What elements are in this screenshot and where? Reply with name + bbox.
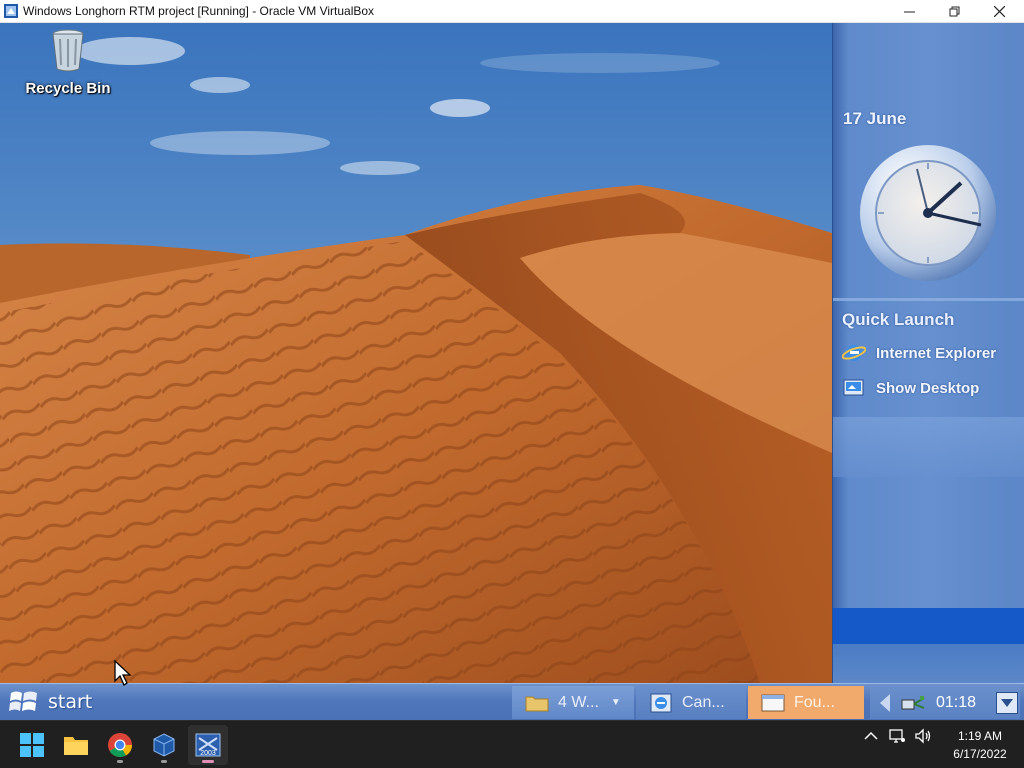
sidebar-accent-band (833, 608, 1024, 644)
active-indicator (202, 760, 214, 763)
guest-clock[interactable]: 01:18 (936, 694, 976, 712)
quick-launch-item-label: Show Desktop (876, 379, 980, 397)
windows-start-icon (20, 733, 44, 757)
vm-badge: 2003 (200, 750, 216, 757)
sidebar-divider (833, 298, 1024, 301)
quick-launch-internet-explorer[interactable]: Internet Explorer (842, 341, 996, 365)
minimize-icon (903, 11, 915, 13)
vm-guest-screen[interactable]: Recycle Bin 17 June Quick Launch Interne… (0, 23, 1024, 720)
quick-launch-show-desktop[interactable]: Show Desktop (842, 376, 979, 400)
sidebar: 17 June Quick Launch Internet Explorer S… (832, 23, 1024, 683)
volume-icon[interactable] (914, 727, 932, 745)
restore-icon (949, 6, 959, 17)
running-indicator (161, 760, 167, 763)
window-icon (761, 694, 785, 711)
guest-system-tray: 01:18 (870, 686, 1020, 719)
virtualbox-button[interactable] (144, 725, 184, 765)
show-desktop-icon (843, 379, 864, 396)
virtualbox-icon (153, 733, 175, 757)
quick-launch-title: Quick Launch (842, 310, 955, 329)
recycle-bin-shortcut[interactable]: Recycle Bin (18, 27, 118, 97)
desktop[interactable]: Recycle Bin (0, 23, 832, 683)
longhorn-vm-button[interactable]: 2003 (188, 725, 228, 765)
recycle-bin-icon (52, 29, 84, 72)
guest-taskbar: start 4 W... ▼ Can... Fou... 01:18 (0, 683, 1024, 720)
windows-start-button[interactable] (12, 725, 52, 765)
internet-explorer-icon (650, 693, 672, 712)
sidebar-date: 17 June (843, 109, 907, 128)
chrome-button[interactable] (100, 725, 140, 765)
file-explorer-icon (64, 737, 88, 755)
host-title-bar: Windows Longhorn RTM project [Running] -… (0, 0, 1024, 23)
tray-collapse-arrow-icon[interactable] (876, 692, 894, 714)
close-icon (993, 6, 1005, 17)
show-hidden-icons-icon[interactable] (862, 727, 880, 745)
tray-options-button[interactable] (996, 692, 1018, 714)
chevron-down-icon: ▼ (610, 697, 621, 708)
windows-flag-icon (9, 691, 37, 711)
sidebar-footer (833, 644, 1024, 683)
recycle-bin-label: Recycle Bin (25, 80, 111, 97)
running-indicator (117, 760, 123, 763)
close-button[interactable] (976, 0, 1022, 23)
taskbar-button-grouped[interactable]: 4 W... ▼ (512, 686, 634, 719)
virtualbox-app-icon (4, 4, 18, 18)
host-clock[interactable]: 1:19 AM 6/17/2022 (944, 727, 1016, 763)
file-explorer-button[interactable] (56, 725, 96, 765)
chrome-icon (108, 733, 132, 758)
mouse-pointer-icon (114, 660, 132, 686)
task-label: 4 W... (558, 693, 599, 711)
host-taskbar: 2003 1:19 AM 6/17/2022 (0, 720, 1024, 768)
quick-launch-item-label: Internet Explorer (876, 344, 997, 362)
taskbar-button-active-window[interactable]: Fou... (748, 686, 864, 719)
start-label: start (48, 691, 93, 713)
minimize-button[interactable] (886, 0, 932, 23)
host-time: 1:19 AM (957, 729, 1003, 743)
host-date: 6/17/2022 (953, 747, 1007, 761)
start-button[interactable]: start (4, 686, 114, 718)
analog-clock (860, 145, 996, 281)
network-icon[interactable] (888, 727, 906, 745)
host-system-tray (862, 727, 932, 745)
folder-icon (525, 696, 549, 711)
internet-explorer-icon (842, 345, 866, 361)
desert-wallpaper (0, 23, 832, 683)
restore-button[interactable] (931, 0, 977, 23)
longhorn-vm-icon: 2003 (195, 733, 221, 757)
taskbar-button-internet-explorer[interactable]: Can... (636, 686, 746, 719)
network-icon[interactable] (900, 692, 926, 714)
task-label: Can... (682, 693, 725, 711)
sidebar-gloss (833, 417, 1024, 477)
task-label: Fou... (794, 693, 835, 711)
chevron-down-icon (1001, 699, 1013, 707)
host-window-title: Windows Longhorn RTM project [Running] -… (23, 4, 375, 18)
